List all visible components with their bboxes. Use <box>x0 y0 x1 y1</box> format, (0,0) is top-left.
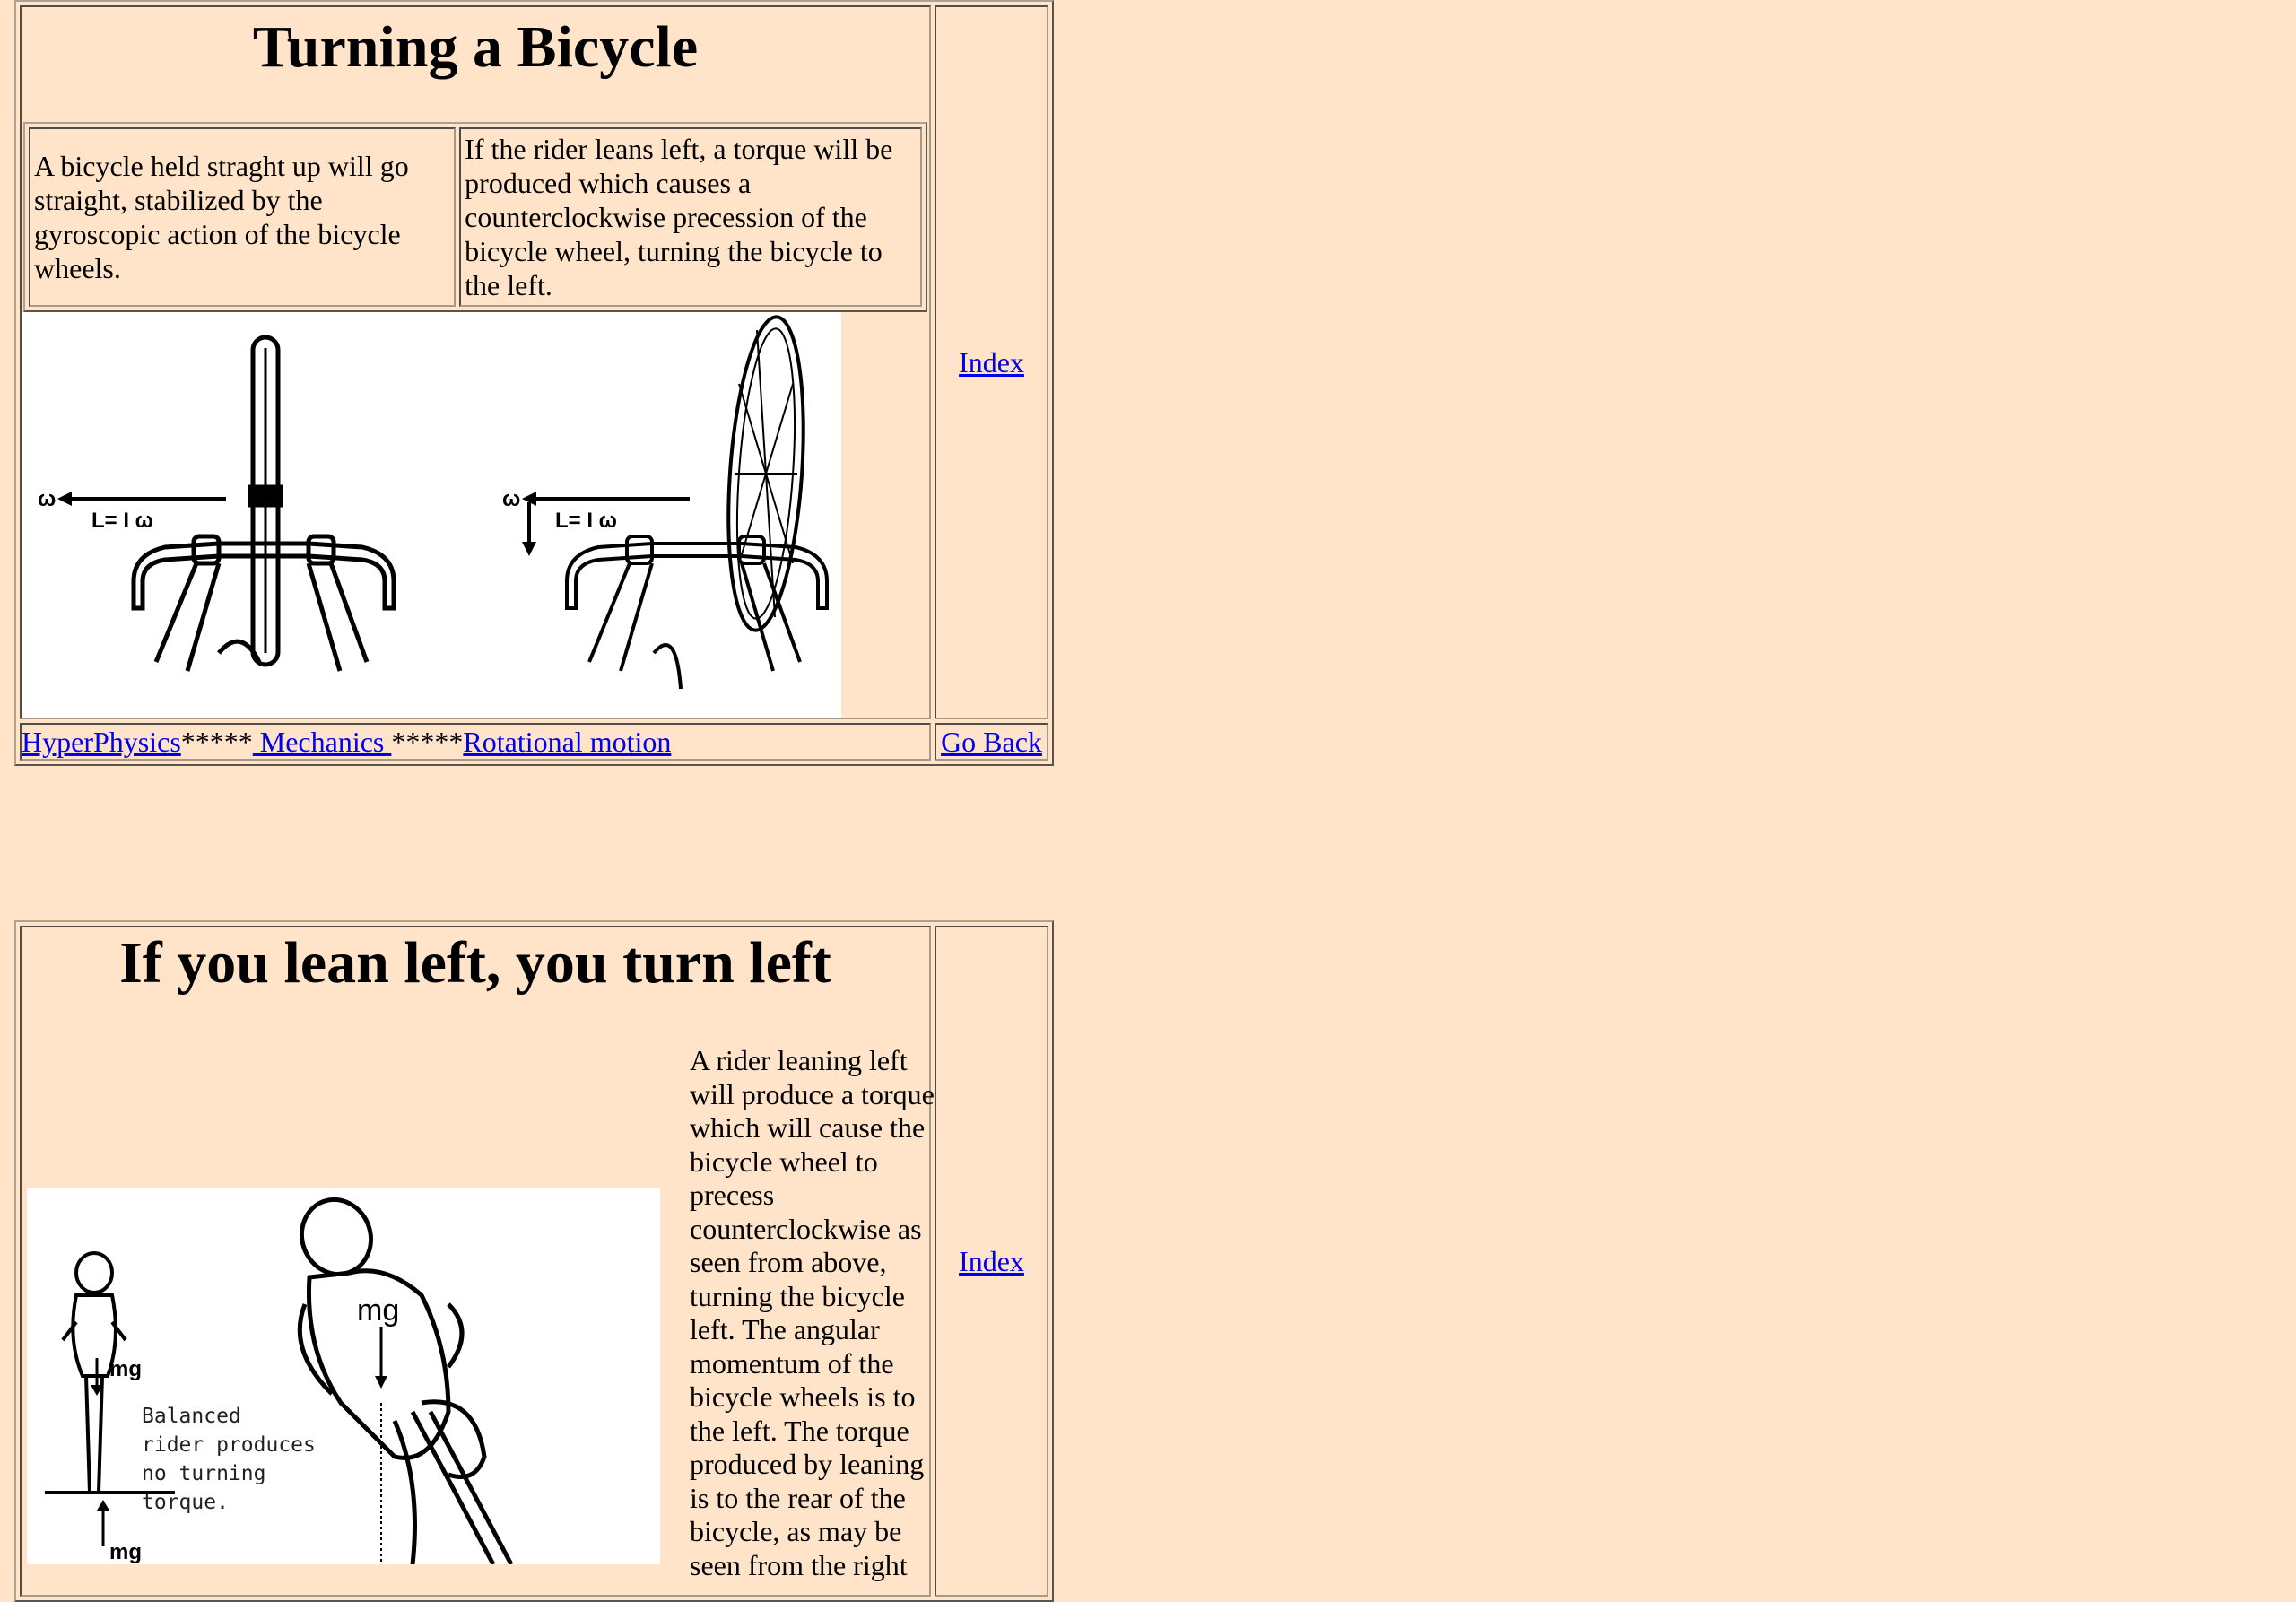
go-back-cell: Go Back <box>935 723 1048 761</box>
go-back-link[interactable]: Go Back <box>941 726 1042 758</box>
index-link[interactable]: Index <box>959 346 1024 379</box>
lean-left-paragraph: A rider leaning left will produce a torq… <box>690 1044 935 1581</box>
index-cell: Index <box>935 5 1048 719</box>
nav-separator: ***** <box>180 725 253 758</box>
page-title: Turning a Bicycle <box>252 14 699 80</box>
caption-line-2: rider produces <box>142 1433 316 1457</box>
hyperphysics-link[interactable]: HyperPhysics <box>22 726 181 758</box>
caption-line-3: no turning <box>142 1462 265 1485</box>
caption-line-1: Balanced <box>142 1405 241 1428</box>
rotational-motion-link[interactable]: Rotational motion <box>463 726 671 758</box>
momentum-label-right: L= I ω <box>555 509 617 533</box>
caption-line-4: torque. <box>142 1491 229 1514</box>
mg-small-label: mg <box>109 1357 142 1381</box>
nav-breadcrumb: HyperPhysics***** Mechanics *****Rotatio… <box>20 723 931 761</box>
omega-label-right: ω <box>502 487 520 511</box>
bicycle-handlebar-figure: ω L= I ω ω L= I ω <box>22 312 841 718</box>
section-title: If you lean left, you turn left <box>119 930 831 996</box>
nav-separator: ***** <box>391 725 464 758</box>
torque-arrow-head <box>522 542 536 556</box>
turning-bicycle-content: Turning a Bicycle A bicycle held straght… <box>20 5 931 719</box>
upright-wheel-drawing <box>66 335 396 672</box>
mg-large-label: mg <box>357 1293 399 1328</box>
straight-explanation: A bicycle held straght up will go straig… <box>29 127 457 307</box>
mg-bottom-label: mg <box>109 1540 142 1564</box>
index-cell-2: Index <box>935 926 1048 1597</box>
omega-label-left: ω <box>38 487 56 511</box>
lean-left-table: If you lean left, you turn left mg mg Ba… <box>14 920 1054 1602</box>
leaning-rider-drawing <box>297 1197 514 1564</box>
lean-explanation: If the rider leans left, a torque will b… <box>459 127 922 307</box>
turning-bicycle-table: Turning a Bicycle A bicycle held straght… <box>14 0 1054 766</box>
mechanics-link[interactable]: Mechanics <box>253 726 392 758</box>
omega-arrow-head <box>57 492 72 506</box>
explanation-table: A bicycle held straght up will go straig… <box>23 122 927 312</box>
tilted-wheel-drawing <box>527 315 829 690</box>
lean-left-content: If you lean left, you turn left mg mg Ba… <box>20 926 935 1597</box>
index-link-2[interactable]: Index <box>959 1245 1024 1277</box>
leaning-rider-figure: mg mg Balanced rider produces no turning… <box>27 1188 660 1564</box>
momentum-label-left: L= I ω <box>91 509 153 533</box>
